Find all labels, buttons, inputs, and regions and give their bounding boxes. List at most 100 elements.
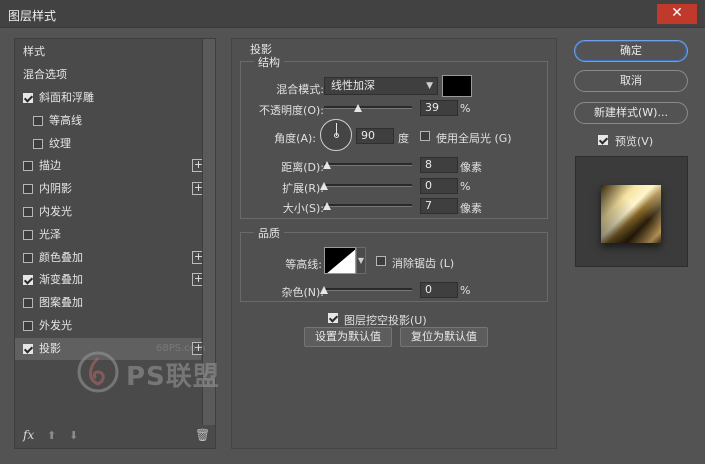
knockout-checkbox[interactable] bbox=[328, 313, 338, 323]
quality-title: 品质 bbox=[254, 225, 284, 241]
settings-panel: 投影 结构 混合模式: 线性加深 ▼ 不透明度(O): 39 % 角度(A): … bbox=[231, 38, 557, 449]
style-item-8[interactable]: 颜色叠加 + bbox=[15, 247, 205, 269]
set-default-button[interactable]: 设置为默认值 bbox=[304, 327, 392, 347]
blend-options-item[interactable]: 混合选项 bbox=[15, 64, 201, 86]
cancel-button[interactable]: 取消 bbox=[574, 70, 688, 92]
style-checkbox[interactable] bbox=[33, 138, 43, 149]
spread-slider-thumb[interactable] bbox=[320, 182, 328, 190]
spread-value: 0 bbox=[425, 179, 432, 192]
distance-slider[interactable] bbox=[322, 160, 412, 169]
noise-slider-thumb[interactable] bbox=[320, 286, 328, 294]
size-slider-thumb[interactable] bbox=[322, 202, 331, 210]
style-item-label: 描边 bbox=[39, 159, 61, 173]
fx-button[interactable]: fx bbox=[23, 428, 34, 442]
size-input[interactable]: 7 bbox=[420, 198, 458, 214]
structure-title: 结构 bbox=[254, 54, 284, 70]
watermark-site: 68PS.com bbox=[156, 343, 206, 354]
style-item-6[interactable]: 内发光 bbox=[15, 201, 201, 223]
styles-header-label: 样式 bbox=[23, 45, 45, 58]
knockout-label: 图层挖空投影(U) bbox=[344, 314, 427, 327]
ok-button[interactable]: 确定 bbox=[574, 40, 688, 62]
style-checkbox[interactable] bbox=[23, 207, 33, 217]
style-item-label: 纹理 bbox=[49, 136, 71, 150]
style-item-9[interactable]: 渐变叠加 + bbox=[15, 269, 205, 291]
style-checkbox[interactable] bbox=[23, 252, 33, 263]
style-item-7[interactable]: 光泽 bbox=[15, 224, 201, 246]
new-style-label: 新建样式(W)... bbox=[594, 106, 668, 119]
style-item-label: 内阴影 bbox=[39, 182, 72, 196]
style-item-label: 外发光 bbox=[39, 319, 72, 332]
opacity-label: 不透明度(O): bbox=[259, 104, 324, 117]
distance-label: 距离(D): bbox=[281, 161, 324, 174]
antialias-label: 消除锯齿 (L) bbox=[392, 257, 455, 270]
move-down-icon[interactable]: ⬇ bbox=[69, 429, 78, 442]
spread-label: 扩展(R): bbox=[282, 182, 324, 195]
angle-dial[interactable] bbox=[320, 119, 352, 151]
spread-slider[interactable] bbox=[320, 181, 412, 190]
size-slider-track bbox=[324, 204, 412, 207]
move-up-icon[interactable]: ⬆ bbox=[47, 429, 56, 442]
contour-label: 等高线: bbox=[285, 258, 322, 271]
style-item-label: 斜面和浮雕 bbox=[39, 91, 94, 104]
opacity-input[interactable]: 39 bbox=[420, 100, 458, 116]
style-item-3[interactable]: 纹理 bbox=[15, 133, 201, 155]
opacity-value: 39 bbox=[425, 101, 439, 114]
style-checkbox[interactable] bbox=[23, 161, 33, 172]
style-item-5[interactable]: 内阴影 + bbox=[15, 178, 205, 200]
contour-preview[interactable] bbox=[324, 247, 356, 274]
distance-value: 8 bbox=[425, 158, 432, 171]
noise-input[interactable]: 0 bbox=[420, 282, 458, 298]
style-checkbox[interactable] bbox=[23, 229, 33, 240]
angle-input[interactable]: 90 bbox=[356, 128, 394, 144]
distance-slider-thumb[interactable] bbox=[322, 161, 331, 169]
style-checkbox[interactable] bbox=[23, 298, 33, 309]
antialias-checkbox[interactable] bbox=[376, 256, 386, 266]
style-item-11[interactable]: 外发光 bbox=[15, 315, 201, 337]
shadow-color-swatch[interactable] bbox=[442, 75, 472, 97]
watermark: 68PS.com PS联盟 bbox=[70, 340, 230, 400]
close-icon: ✕ bbox=[671, 5, 683, 21]
preview-checkbox[interactable] bbox=[598, 135, 608, 145]
title-bar: 图层样式 ✕ bbox=[0, 0, 705, 28]
contour-dropdown[interactable]: ▼ bbox=[356, 247, 366, 274]
blend-mode-select[interactable]: 线性加深 ▼ bbox=[324, 77, 438, 95]
noise-value: 0 bbox=[425, 283, 432, 296]
styles-header[interactable]: 样式 bbox=[15, 41, 201, 63]
style-item-10[interactable]: 图案叠加 bbox=[15, 292, 201, 314]
style-item-label: 光泽 bbox=[39, 227, 61, 241]
style-checkbox[interactable] bbox=[23, 275, 33, 286]
size-slider[interactable] bbox=[322, 201, 412, 210]
opacity-slider-thumb[interactable] bbox=[354, 104, 363, 112]
opacity-slider[interactable] bbox=[324, 103, 412, 112]
distance-unit: 像素 bbox=[460, 161, 482, 174]
style-checkbox[interactable] bbox=[23, 93, 33, 103]
style-checkbox[interactable] bbox=[23, 184, 33, 195]
style-item-1[interactable]: 斜面和浮雕 bbox=[15, 87, 201, 109]
spread-input[interactable]: 0 bbox=[420, 178, 458, 194]
blend-mode-label: 混合模式: bbox=[276, 83, 324, 96]
size-unit: 像素 bbox=[460, 202, 482, 215]
style-item-label: 内发光 bbox=[39, 205, 72, 218]
reset-default-button[interactable]: 复位为默认值 bbox=[400, 327, 488, 347]
global-light-checkbox[interactable] bbox=[420, 131, 430, 141]
close-button[interactable]: ✕ bbox=[657, 4, 697, 24]
style-checkbox[interactable] bbox=[23, 343, 33, 354]
blend-mode-value: 线性加深 bbox=[331, 79, 375, 92]
distance-input[interactable]: 8 bbox=[420, 157, 458, 173]
watermark-logo-icon bbox=[77, 351, 119, 393]
global-light-label: 使用全局光 (G) bbox=[436, 132, 512, 145]
trash-icon[interactable]: 🗑 bbox=[195, 428, 210, 442]
size-value: 7 bbox=[425, 199, 432, 212]
style-item-label: 等高线 bbox=[49, 113, 82, 127]
noise-slider[interactable] bbox=[320, 285, 412, 294]
style-checkbox[interactable] bbox=[33, 115, 43, 126]
watermark-name: PS联盟 bbox=[126, 362, 220, 392]
window-title: 图层样式 bbox=[8, 9, 57, 23]
ok-label: 确定 bbox=[620, 44, 642, 57]
new-style-button[interactable]: 新建样式(W)... bbox=[574, 102, 688, 124]
angle-unit: 度 bbox=[398, 132, 409, 145]
style-item-2[interactable]: 等高线 bbox=[15, 110, 201, 132]
opacity-slider-track bbox=[324, 106, 412, 109]
style-checkbox[interactable] bbox=[23, 321, 33, 331]
style-item-4[interactable]: 描边 + bbox=[15, 155, 205, 177]
